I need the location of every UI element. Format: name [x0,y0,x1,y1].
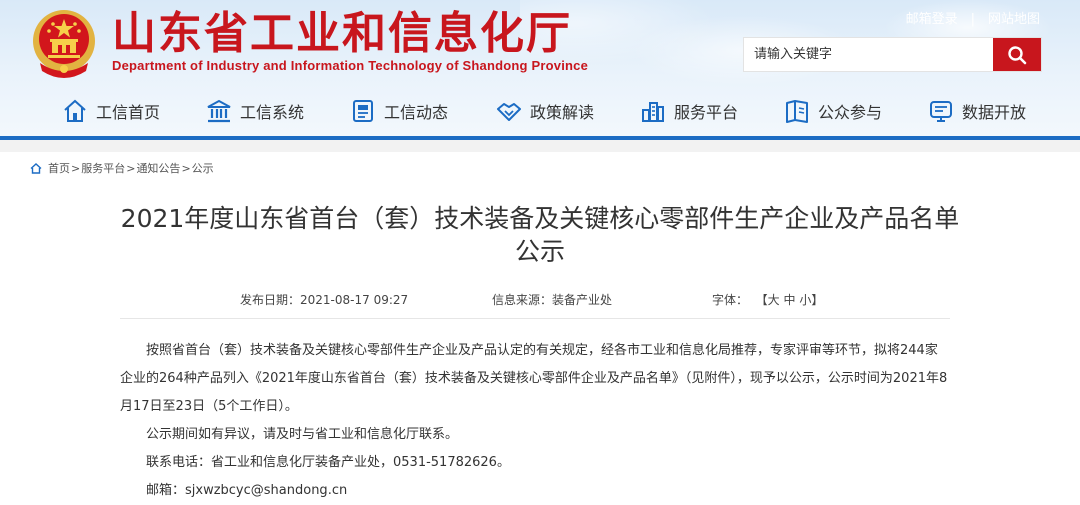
national-emblem-icon [33,10,95,78]
breadcrumb-notices[interactable]: 通知公告 [136,160,180,176]
nav-item-system[interactable]: 工信系统 [206,98,304,124]
nav-item-label: 工信动态 [384,103,449,122]
publish-date-label: 发布日期： [240,293,301,307]
nav-item-label: 数据开放 [962,103,1027,122]
mail-login-link[interactable]: 邮箱登录 [906,12,958,27]
nav-item-service[interactable]: 服务平台 [640,98,738,124]
breadcrumb-home[interactable]: 首页 [48,160,70,176]
nav-item-open-data[interactable]: 数据开放 [928,98,1026,124]
breadcrumb-publicity[interactable]: 公示 [192,160,214,176]
nav-item-label: 工信系统 [240,103,305,122]
site-subtitle-en: Department of Industry and Information T… [112,58,589,73]
breadcrumb-service-platform[interactable]: 服务平台 [81,160,125,176]
article-paragraph: 按照省首台（套）技术装备及关键核心零部件生产企业及产品认定的有关规定，经各市工业… [120,343,948,414]
nav-item-home[interactable]: 工信首页 [62,98,160,124]
search-button[interactable] [993,38,1041,71]
breadcrumb-separator: > [181,161,191,175]
top-links: 邮箱登录 | 网站地图 [906,8,1040,27]
home-icon [64,99,86,122]
top-links-separator: | [970,12,975,27]
book-icon [786,100,808,123]
font-size-label: 字体： [712,293,749,307]
institution-icon [207,99,231,123]
main-nav: 工信首页 工信系统 工信动态 政策解读 服务平台 公众参与 数据开放 [0,86,1080,136]
data-screen-icon [930,101,952,122]
article-title: 2021年度山东省首台（套）技术装备及关键核心零部件生产企业及产品名单公示 [120,204,960,266]
article-paragraph: 邮箱：sjxwzbcyc@shandong.cn [146,483,348,498]
font-size-control: 字体： 【大 中 小】 [712,291,823,308]
meta-divider [120,318,950,319]
font-size-large-button[interactable]: 大 [768,293,780,307]
info-source-value: 装备产业处 [552,293,613,307]
article-body: 按照省首台（套）技术装备及关键核心零部件生产企业及产品认定的有关规定，经各市工业… [120,337,950,505]
search-input[interactable] [744,38,993,71]
site-header: 山东省工业和信息化厅 Department of Industry and In… [0,0,1080,140]
breadcrumb: 首页 > 服务平台 > 通知公告 > 公示 [30,160,214,176]
news-icon [353,100,373,122]
font-bracket-open: 【 [755,293,768,307]
search-icon [1008,45,1027,64]
publish-date-value: 2021-08-17 09:27 [300,293,409,307]
breadcrumb-separator: > [126,161,136,175]
font-size-small-button[interactable]: 小 [799,293,811,307]
nav-item-news[interactable]: 工信动态 [350,98,448,124]
breadcrumb-home-icon [30,162,42,174]
handshake-icon [497,103,521,121]
article-paragraph: 联系电话：省工业和信息化厅装备产业处，0531-51782626。 [146,455,510,470]
content-top-strip [0,140,1080,152]
article-paragraph: 公示期间如有异议，请及时与省工业和信息化厅联系。 [146,427,459,442]
nav-item-label: 政策解读 [530,103,595,122]
nav-item-label: 服务平台 [674,103,739,122]
nav-item-label: 公众参与 [818,103,883,122]
font-size-medium-button[interactable]: 中 [784,293,796,307]
city-icon [642,102,664,122]
font-bracket-close: 】 [811,293,824,307]
publish-date: 发布日期：2021-08-17 09:27 [240,291,408,308]
nav-item-participation[interactable]: 公众参与 [784,98,882,124]
search-box [744,38,1041,71]
sitemap-link[interactable]: 网站地图 [988,12,1040,27]
nav-item-policy[interactable]: 政策解读 [496,98,594,124]
breadcrumb-separator: > [71,161,81,175]
info-source-label: 信息来源： [492,293,553,307]
info-source: 信息来源：装备产业处 [492,291,612,308]
nav-item-label: 工信首页 [96,103,161,122]
site-title: 山东省工业和信息化厅 [112,8,572,59]
